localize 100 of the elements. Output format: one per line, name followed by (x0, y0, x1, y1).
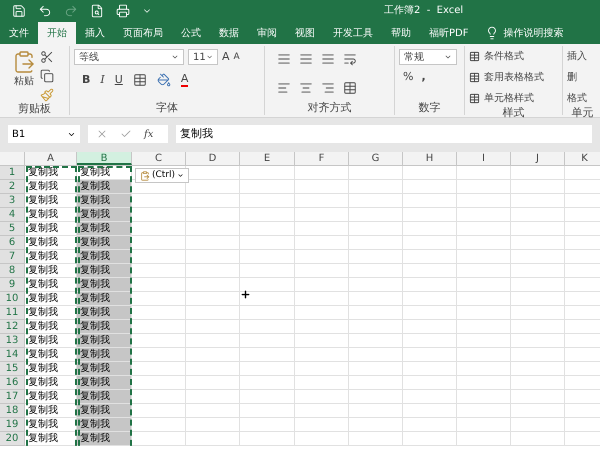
row-header[interactable]: 5 (0, 222, 25, 236)
align-right-icon[interactable] (321, 80, 335, 94)
styles-menu-button[interactable]: 套用表格格式 (469, 70, 544, 85)
paste-options-button[interactable]: (Ctrl) (135, 168, 190, 183)
borders-icon[interactable] (132, 72, 147, 87)
name-box[interactable]: B1 (8, 125, 80, 143)
align-bottom-icon[interactable] (321, 52, 335, 66)
row-header[interactable]: 10 (0, 292, 25, 306)
styles-menu-button[interactable]: 单元格样式 (469, 91, 544, 106)
ribbon-tab[interactable]: 开发工具 (324, 22, 382, 44)
save-icon[interactable] (12, 4, 26, 18)
column-header[interactable]: D (186, 152, 240, 165)
empty-cell (457, 320, 511, 334)
row-header[interactable]: 4 (0, 208, 25, 222)
ribbon-tab[interactable]: 福昕PDF (420, 22, 478, 44)
grow-font-button[interactable]: A (222, 49, 230, 66)
paste-button[interactable]: 粘贴 (12, 46, 36, 102)
font-color-button[interactable]: A (180, 72, 188, 87)
row-header[interactable]: 19 (0, 418, 25, 432)
align-left-icon[interactable] (277, 80, 291, 94)
empty-cell (295, 250, 349, 264)
row-header[interactable]: 14 (0, 348, 25, 362)
tell-me-search[interactable]: 操作说明搜索 (503, 26, 564, 40)
row-header[interactable]: 1 (0, 166, 25, 180)
ribbon-tab[interactable]: 公式 (172, 22, 210, 44)
empty-cell (511, 320, 565, 334)
row-header[interactable]: 7 (0, 250, 25, 264)
fill-color-icon[interactable] (156, 72, 171, 87)
cells-menu-button[interactable]: 格式 (567, 91, 587, 106)
column-header[interactable]: E (240, 152, 295, 165)
ribbon-tab[interactable]: 视图 (286, 22, 324, 44)
cut-icon[interactable] (40, 50, 54, 64)
printer-icon[interactable] (116, 4, 130, 18)
row-header[interactable]: 17 (0, 390, 25, 404)
ribbon-tab[interactable]: 帮助 (382, 22, 420, 44)
empty-cell (457, 376, 511, 390)
ribbon-tab[interactable]: 页面布局 (114, 22, 172, 44)
column-header[interactable]: K (565, 152, 600, 165)
empty-cell (240, 208, 295, 222)
styles-menu-button[interactable]: 条件格式 (469, 49, 544, 64)
print-preview-icon[interactable] (90, 4, 104, 18)
percent-button[interactable]: % (403, 69, 414, 86)
insert-function-button[interactable]: fx (144, 126, 154, 142)
row-header[interactable]: 18 (0, 404, 25, 418)
row-header[interactable]: 2 (0, 180, 25, 194)
row-header[interactable]: 3 (0, 194, 25, 208)
empty-cell (240, 404, 295, 418)
column-header[interactable]: B (77, 152, 132, 165)
empty-cell (511, 376, 565, 390)
row-header[interactable]: 15 (0, 362, 25, 376)
comma-button[interactable]: , (421, 69, 426, 86)
align-top-icon[interactable] (277, 52, 291, 66)
shrink-font-button[interactable]: A (234, 50, 240, 64)
table-icon (469, 51, 480, 62)
copy-icon[interactable] (40, 69, 54, 83)
ribbon-tab[interactable]: 数据 (210, 22, 248, 44)
wrap-text-icon[interactable] (343, 52, 357, 66)
column-header[interactable]: J (511, 152, 565, 165)
ribbon-tab[interactable]: 文件 (0, 22, 38, 44)
align-center-icon[interactable] (299, 80, 313, 94)
empty-cell (349, 320, 403, 334)
empty-cell (457, 180, 511, 194)
row-header[interactable]: 6 (0, 236, 25, 250)
empty-cell (349, 348, 403, 362)
empty-cell (186, 404, 240, 418)
row-header[interactable]: 13 (0, 334, 25, 348)
row-header[interactable]: 16 (0, 376, 25, 390)
ribbon-tab[interactable]: 开始 (38, 22, 76, 44)
row-header[interactable]: 9 (0, 278, 25, 292)
number-format-field[interactable]: 常规 (399, 49, 457, 65)
font-name-field[interactable]: 等线 (74, 49, 184, 66)
ribbon-tab[interactable]: 审阅 (248, 22, 286, 44)
ribbon-tab[interactable]: 插入 (76, 22, 114, 44)
column-header[interactable]: G (349, 152, 403, 165)
bold-button[interactable]: B (82, 72, 90, 88)
formula-input[interactable]: 复制我 (176, 125, 592, 143)
underline-button[interactable]: U (114, 72, 123, 88)
merge-cells-icon[interactable] (343, 80, 357, 94)
font-size-field[interactable]: 11 (188, 49, 218, 66)
empty-cell (403, 404, 457, 418)
column-header[interactable]: C (132, 152, 186, 165)
column-header[interactable]: F (295, 152, 349, 165)
row-header[interactable]: 20 (0, 432, 25, 446)
row-header[interactable]: 11 (0, 306, 25, 320)
column-header[interactable]: I (457, 152, 511, 165)
cancel-icon[interactable] (96, 128, 108, 140)
cells-menu-button[interactable]: 删 (567, 70, 587, 85)
italic-button[interactable]: I (100, 72, 105, 88)
group-label: 样式 (502, 106, 526, 120)
row-header[interactable]: 8 (0, 264, 25, 278)
empty-cell (403, 250, 457, 264)
enter-icon[interactable] (120, 128, 132, 140)
empty-cell (403, 334, 457, 348)
undo-icon[interactable] (38, 4, 52, 18)
cells-menu-button[interactable]: 插入 (567, 49, 587, 64)
row-header[interactable]: 12 (0, 320, 25, 334)
table-cell: 复制我 (77, 320, 132, 334)
column-header[interactable]: H (403, 152, 457, 165)
align-middle-icon[interactable] (299, 52, 313, 66)
empty-cell (457, 222, 511, 236)
